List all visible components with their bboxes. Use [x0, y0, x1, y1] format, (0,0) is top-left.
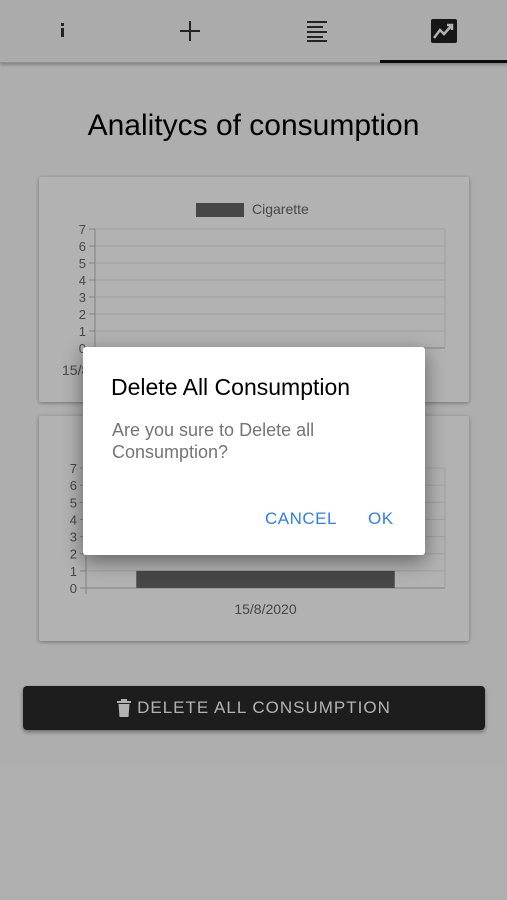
ok-button[interactable]: OK [368, 509, 394, 529]
dialog-message: Are you sure to Delete all Consumption? [112, 420, 315, 462]
dialog-title: Delete All Consumption [111, 374, 351, 400]
cancel-button[interactable]: CANCEL [265, 509, 337, 529]
confirm-dialog: Delete All Consumption Are you sure to D… [83, 347, 425, 555]
